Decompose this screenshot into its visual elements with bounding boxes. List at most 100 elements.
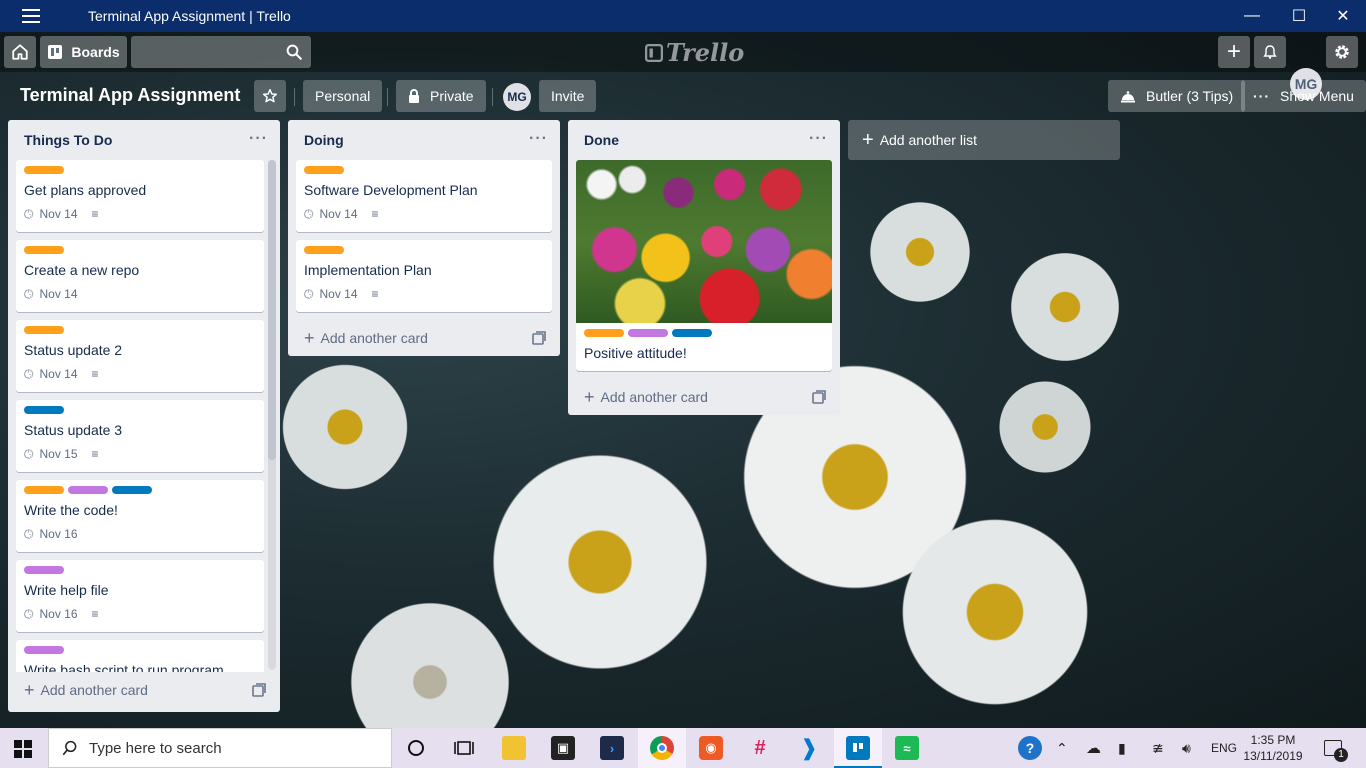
list-scrollbar[interactable] xyxy=(268,160,276,670)
label-orange[interactable] xyxy=(24,326,64,334)
trello-taskbar-icon[interactable] xyxy=(846,736,870,760)
search-input[interactable] xyxy=(131,36,281,68)
label-orange[interactable] xyxy=(24,486,64,494)
store-icon[interactable]: ▣ xyxy=(551,736,575,760)
boards-button[interactable]: Boards xyxy=(40,36,127,68)
label-blue[interactable] xyxy=(24,406,64,414)
label-purple[interactable] xyxy=(68,486,108,494)
notification-count-badge: 1 xyxy=(1334,748,1348,762)
show-menu-button[interactable]: ··· Show Menu xyxy=(1241,80,1366,112)
card-template-icon[interactable] xyxy=(812,390,826,404)
list-title[interactable]: Done xyxy=(584,132,619,148)
vscode-icon[interactable]: ❱ xyxy=(797,735,821,760)
label-purple[interactable] xyxy=(24,646,64,654)
list-header[interactable]: Done ··· xyxy=(568,120,840,160)
card-title: Status update 2 xyxy=(24,342,123,358)
clock-icon: 🕓︎ xyxy=(304,286,314,301)
label-blue[interactable] xyxy=(112,486,152,494)
card[interactable]: Implementation Plan 🕓︎ Nov 14 ≡ xyxy=(296,240,552,312)
more-dots-icon: ··· xyxy=(1253,88,1270,104)
add-card-button[interactable]: + Add another card xyxy=(568,379,840,415)
card[interactable]: Status update 2 🕓︎ Nov 14 ≡ xyxy=(16,320,264,392)
screen-recorder-icon[interactable]: ◉ xyxy=(699,736,723,760)
cortana-icon[interactable] xyxy=(404,736,428,760)
spotify-icon[interactable]: ≈ xyxy=(895,736,919,760)
team-button[interactable]: Personal xyxy=(303,80,383,112)
card[interactable]: Positive attitude! xyxy=(576,160,832,371)
battery-icon[interactable]: ▮ xyxy=(1118,728,1126,768)
label-orange[interactable] xyxy=(304,246,344,254)
card[interactable]: Create a new repo 🕓︎ Nov 14 xyxy=(16,240,264,312)
butler-button[interactable]: Butler (3 Tips) xyxy=(1108,80,1246,112)
star-button[interactable] xyxy=(254,80,286,112)
card-title: Write bash script to run program xyxy=(24,662,224,672)
task-view-icon[interactable] xyxy=(452,736,476,760)
language-indicator[interactable]: ENG xyxy=(1211,728,1237,768)
list-menu-icon[interactable]: ··· xyxy=(249,130,268,148)
search-box[interactable] xyxy=(131,36,311,68)
label-purple[interactable] xyxy=(628,329,668,337)
create-button[interactable]: + xyxy=(1218,36,1250,68)
wifi-icon[interactable]: ≇ xyxy=(1152,728,1164,768)
chrome-icon[interactable] xyxy=(650,736,674,760)
due-date-badge: 🕓︎ Nov 14 xyxy=(304,206,358,222)
card-title: Write help file xyxy=(24,582,109,598)
onedrive-icon[interactable]: ☁ xyxy=(1086,728,1101,768)
separator xyxy=(294,88,295,106)
minimize-button[interactable]: — xyxy=(1229,0,1275,32)
member-avatar[interactable]: MG xyxy=(503,83,531,111)
list-menu-icon[interactable]: ··· xyxy=(529,130,548,148)
list-menu-icon[interactable]: ··· xyxy=(809,130,828,148)
card[interactable]: Software Development Plan 🕓︎ Nov 14 ≡ xyxy=(296,160,552,232)
card-template-icon[interactable] xyxy=(532,331,546,345)
gear-icon xyxy=(1335,45,1349,59)
close-button[interactable]: ✕ xyxy=(1320,0,1366,32)
list-header[interactable]: Doing ··· xyxy=(288,120,560,160)
maximize-button[interactable]: ☐ xyxy=(1276,0,1322,32)
list-title[interactable]: Doing xyxy=(304,132,344,148)
show-hidden-icons-icon[interactable]: ⌃ xyxy=(1056,728,1068,768)
notifications-button[interactable] xyxy=(1254,36,1286,68)
label-orange[interactable] xyxy=(584,329,624,337)
add-list-label: Add another list xyxy=(879,132,977,148)
card[interactable]: Write bash script to run program xyxy=(16,640,264,672)
card-title: Software Development Plan xyxy=(304,182,478,198)
search-icon xyxy=(286,44,302,60)
card-title: Implementation Plan xyxy=(304,262,432,278)
add-list-button[interactable]: + Add another list xyxy=(848,120,1120,160)
label-orange[interactable] xyxy=(24,246,64,254)
label-orange[interactable] xyxy=(304,166,344,174)
trello-logo[interactable]: Trello xyxy=(645,38,744,67)
powershell-icon[interactable]: › xyxy=(600,736,624,760)
card[interactable]: Status update 3 🕓︎ Nov 15 ≡ xyxy=(16,400,264,472)
list-header[interactable]: Things To Do ··· xyxy=(8,120,280,160)
search-icon xyxy=(62,740,77,756)
file-explorer-icon[interactable] xyxy=(502,736,526,760)
label-orange[interactable] xyxy=(24,166,64,174)
description-icon: ≡ xyxy=(91,207,99,221)
card[interactable]: Write help file 🕓︎ Nov 16 ≡ xyxy=(16,560,264,632)
add-card-button[interactable]: + Add another card xyxy=(288,320,560,356)
label-blue[interactable] xyxy=(672,329,712,337)
help-tray-icon[interactable]: ? xyxy=(1018,736,1042,760)
card[interactable]: Get plans approved 🕓︎ Nov 14 ≡ xyxy=(16,160,264,232)
taskbar-search[interactable]: Type here to search xyxy=(48,728,392,768)
invite-button[interactable]: Invite xyxy=(539,80,597,112)
slack-icon[interactable]: # xyxy=(748,736,772,760)
card-template-icon[interactable] xyxy=(252,683,266,697)
taskbar-clock[interactable]: 1:35 PM 13/11/2019 xyxy=(1240,732,1306,764)
settings-button[interactable] xyxy=(1326,36,1358,68)
start-button[interactable] xyxy=(14,740,32,758)
add-card-button[interactable]: + Add another card xyxy=(8,672,280,708)
visibility-button[interactable]: Private xyxy=(396,80,486,112)
home-button[interactable] xyxy=(4,36,36,68)
list-title[interactable]: Things To Do xyxy=(24,132,112,148)
board-title[interactable]: Terminal App Assignment xyxy=(20,85,240,106)
scrollbar-thumb[interactable] xyxy=(268,160,276,460)
clock-icon: 🕓︎ xyxy=(24,286,34,301)
label-purple[interactable] xyxy=(24,566,64,574)
volume-icon[interactable]: 🔊︎ xyxy=(1182,728,1191,768)
card-title: Status update 3 xyxy=(24,422,123,438)
hamburger-menu-icon[interactable] xyxy=(22,9,40,23)
card[interactable]: Write the code! 🕓︎ Nov 16 xyxy=(16,480,264,552)
